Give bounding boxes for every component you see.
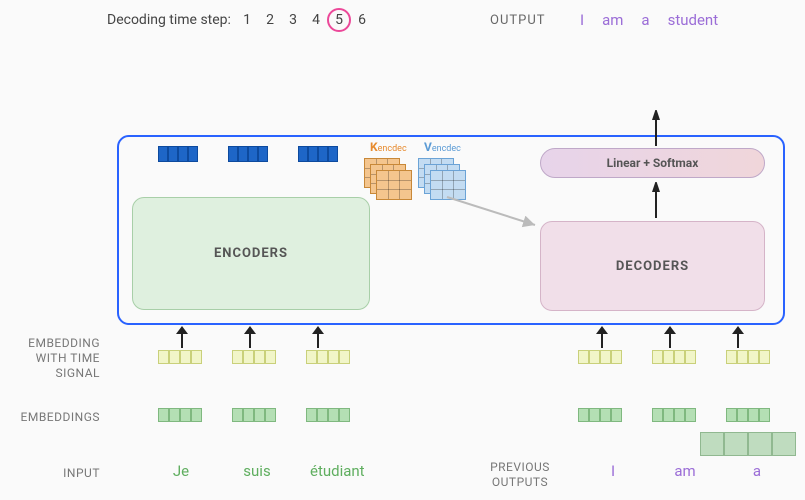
output-token: student [668, 11, 719, 29]
next-emb-vector [700, 432, 796, 456]
prev-outputs-label: PREVIOUS OUTPUTS [480, 460, 560, 490]
decoders-box: DECODERS [540, 221, 765, 311]
decoder-prev-tokens: I am a [590, 462, 780, 480]
decoder-to-linsoft-arrow [648, 182, 664, 224]
input-token: Je [158, 462, 204, 480]
prev-token: I [590, 462, 636, 480]
enc-emb-ts-vectors [158, 350, 350, 364]
step-3: 3 [286, 12, 300, 28]
step-5-current: 5 [332, 12, 346, 28]
up-arrow-icon [662, 326, 678, 348]
prev-token: am [662, 462, 708, 480]
linsoft-to-output-arrow [648, 110, 664, 152]
encoders-box: ENCODERS [132, 197, 370, 310]
up-arrow-icon [730, 326, 746, 348]
vector [298, 146, 338, 162]
input-token: suis [234, 462, 280, 480]
encoder-output-vectors [158, 146, 338, 162]
emb-ts-label: EMBEDDING WITH TIME SIGNAL [8, 336, 100, 381]
output-token: am [602, 11, 623, 29]
k-label: Kencdec [370, 140, 407, 154]
v-label: Vencdec [424, 140, 461, 154]
encoder-input-arrows [174, 326, 326, 348]
decoder-input-arrows [594, 326, 746, 348]
vector [158, 146, 198, 162]
step-6: 6 [355, 12, 369, 28]
vector [232, 350, 276, 364]
timestep-list: 1 2 3 4 5 6 [240, 12, 369, 28]
output-tokens: I am a student [580, 11, 718, 29]
vector [228, 146, 268, 162]
step-2: 2 [263, 12, 277, 28]
kv-to-decoder-arrow [445, 195, 545, 239]
timestep-label: Decoding time step: [107, 12, 231, 28]
up-arrow-icon [310, 326, 326, 348]
dec-emb-vectors [578, 408, 770, 422]
vector [306, 350, 350, 364]
vector [158, 408, 202, 422]
vector [652, 350, 696, 364]
vector [726, 350, 770, 364]
vector [726, 408, 770, 422]
up-arrow-icon [174, 326, 190, 348]
vector [652, 408, 696, 422]
prev-token: a [734, 462, 780, 480]
encoder-input-tokens: Je suis étudiant [158, 462, 356, 480]
enc-emb-vectors [158, 408, 350, 422]
up-arrow-icon [594, 326, 610, 348]
step-4: 4 [309, 12, 323, 28]
vector [306, 408, 350, 422]
step-1: 1 [240, 12, 254, 28]
vector [578, 408, 622, 422]
output-token: I [580, 11, 584, 29]
vector [578, 350, 622, 364]
output-label: OUTPUT [490, 13, 546, 28]
input-token: étudiant [310, 462, 356, 480]
emb-label: EMBEDDINGS [8, 410, 100, 425]
vector [158, 350, 202, 364]
linear-softmax-box: Linear + Softmax [540, 148, 765, 178]
vector [232, 408, 276, 422]
output-token: a [641, 11, 649, 29]
up-arrow-icon [242, 326, 258, 348]
input-label: INPUT [8, 466, 100, 481]
dec-emb-ts-vectors [578, 350, 770, 364]
